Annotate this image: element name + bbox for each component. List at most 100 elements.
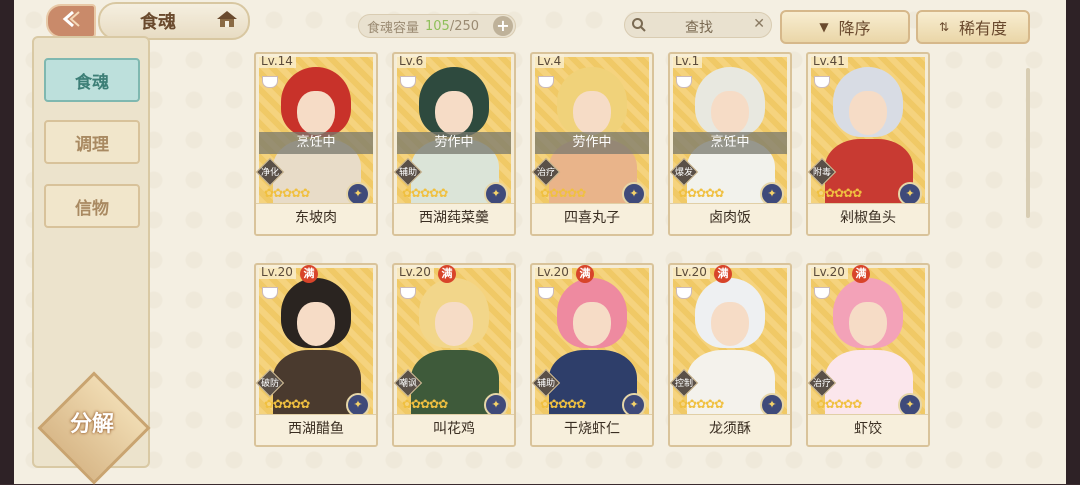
character-face xyxy=(849,91,887,135)
capacity-label: 食魂容量 xyxy=(367,20,420,36)
house-icon[interactable] xyxy=(216,10,238,32)
level-label: Lv.1 xyxy=(672,54,703,68)
food-soul-card[interactable]: Lv.41 附毒 ✿✿✿✿✿ ✦ 剁椒鱼头 xyxy=(806,52,930,236)
food-soul-card[interactable]: Lv.4 劳作中 治疗 ✿✿✿✿✿ ✦ 四喜丸子 xyxy=(530,52,654,236)
sort-order-label: 降序 xyxy=(838,19,871,38)
sidebar-item-food-soul[interactable]: 食魂 xyxy=(44,58,140,102)
role-label: 辅助 xyxy=(536,379,555,389)
bowl-icon xyxy=(676,287,692,299)
page-title: 食魂 xyxy=(140,12,176,33)
character-face xyxy=(435,302,473,346)
bowl-icon xyxy=(262,76,278,88)
card-name: 虾饺 xyxy=(808,414,928,445)
food-soul-card[interactable]: Lv.20 满 嘲讽 ✿✿✿✿✿ ✦ 叫花鸡 xyxy=(392,263,516,447)
star-icon: ✿✿✿✿✿ xyxy=(402,186,448,200)
max-level-badge: 满 xyxy=(714,265,732,283)
card-name: 叫花鸡 xyxy=(394,414,514,445)
level-label: Lv.20 xyxy=(534,265,572,279)
status-banner: 烹饪中 xyxy=(673,132,787,154)
sidebar-item-label: 调理 xyxy=(75,134,109,155)
sidebar-item-label: 信物 xyxy=(75,198,109,219)
level-label: Lv.41 xyxy=(810,54,848,68)
back-arrow-icon xyxy=(61,10,81,32)
max-level-badge: 满 xyxy=(300,265,318,283)
star-icon: ✿✿✿✿✿ xyxy=(816,397,862,411)
sidebar-item-cooking[interactable]: 调理 xyxy=(44,120,140,164)
role-label: 破防 xyxy=(260,379,279,389)
role-label: 控制 xyxy=(674,379,693,389)
character-face xyxy=(711,302,749,346)
sort-rarity-icon: ⇅ xyxy=(938,20,950,34)
card-name: 剁椒鱼头 xyxy=(808,203,928,234)
status-banner: 劳作中 xyxy=(397,132,511,154)
character-face xyxy=(435,91,473,135)
bowl-icon xyxy=(262,287,278,299)
back-button[interactable] xyxy=(46,4,96,38)
left-border xyxy=(0,0,14,484)
star-icon: ✿✿✿✿✿ xyxy=(540,397,586,411)
food-soul-card[interactable]: Lv.1 烹饪中 爆发 ✿✿✿✿✿ ✦ 卤肉饭 xyxy=(668,52,792,236)
role-label: 净化 xyxy=(260,168,279,178)
star-icon: ✿✿✿✿✿ xyxy=(816,186,862,200)
bowl-icon xyxy=(676,76,692,88)
capacity-display: 食魂容量 105 /250 + xyxy=(358,14,516,38)
role-label: 治疗 xyxy=(812,379,831,389)
level-label: Lv.4 xyxy=(534,54,565,68)
bowl-icon xyxy=(538,287,554,299)
character-face xyxy=(297,302,335,346)
card-name: 干烧虾仁 xyxy=(532,414,652,445)
search-icon xyxy=(631,17,647,37)
sort-by-label: 稀有度 xyxy=(959,19,1008,38)
food-soul-card[interactable]: Lv.20 满 控制 ✿✿✿✿✿ ✦ 龙须酥 xyxy=(668,263,792,447)
status-banner: 劳作中 xyxy=(535,132,649,154)
card-name: 西湖莼菜羹 xyxy=(394,203,514,234)
level-label: Lv.20 xyxy=(810,265,848,279)
character-face xyxy=(297,91,335,135)
close-icon[interactable]: ✕ xyxy=(753,16,765,32)
plus-icon[interactable]: + xyxy=(493,16,513,36)
scrollbar[interactable] xyxy=(1026,68,1030,218)
role-label: 爆发 xyxy=(674,168,693,178)
sort-by-button[interactable]: ⇅ 稀有度 xyxy=(916,10,1030,44)
level-label: Lv.6 xyxy=(396,54,427,68)
character-face xyxy=(849,302,887,346)
food-soul-card[interactable]: Lv.14 烹饪中 净化 ✿✿✿✿✿ ✦ 东坡肉 xyxy=(254,52,378,236)
capacity-total: /250 xyxy=(449,18,480,34)
level-label: Lv.20 xyxy=(396,265,434,279)
food-soul-card[interactable]: Lv.20 满 破防 ✿✿✿✿✿ ✦ 西湖醋鱼 xyxy=(254,263,378,447)
search-box[interactable]: 查找 ✕ xyxy=(624,12,772,38)
right-border xyxy=(1066,0,1080,484)
status-banner: 烹饪中 xyxy=(259,132,373,154)
bowl-icon xyxy=(814,287,830,299)
decompose-label: 分解 xyxy=(69,411,114,437)
star-icon: ✿✿✿✿✿ xyxy=(678,397,724,411)
character-face xyxy=(711,91,749,135)
max-level-badge: 满 xyxy=(438,265,456,283)
food-soul-card[interactable]: Lv.20 满 辅助 ✿✿✿✿✿ ✦ 干烧虾仁 xyxy=(530,263,654,447)
bowl-icon xyxy=(538,76,554,88)
role-label: 辅助 xyxy=(398,168,417,178)
sort-order-button[interactable]: ▼ 降序 xyxy=(780,10,910,44)
star-icon: ✿✿✿✿✿ xyxy=(540,186,586,200)
card-name: 东坡肉 xyxy=(256,203,376,234)
character-face xyxy=(573,91,611,135)
max-level-badge: 满 xyxy=(576,265,594,283)
food-soul-card[interactable]: Lv.6 劳作中 辅助 ✿✿✿✿✿ ✦ 西湖莼菜羹 xyxy=(392,52,516,236)
star-icon: ✿✿✿✿✿ xyxy=(678,186,724,200)
card-name: 西湖醋鱼 xyxy=(256,414,376,445)
sidebar-item-token[interactable]: 信物 xyxy=(44,184,140,228)
capacity-current: 105 xyxy=(425,18,450,34)
max-level-badge: 满 xyxy=(852,265,870,283)
card-name: 卤肉饭 xyxy=(670,203,790,234)
role-label: 治疗 xyxy=(536,168,555,178)
level-label: Lv.20 xyxy=(258,265,296,279)
level-label: Lv.20 xyxy=(672,265,710,279)
food-soul-card[interactable]: Lv.20 满 治疗 ✿✿✿✿✿ ✦ 虾饺 xyxy=(806,263,930,447)
role-label: 附毒 xyxy=(812,168,831,178)
search-input[interactable]: 查找 xyxy=(685,17,713,37)
bowl-icon xyxy=(814,76,830,88)
star-icon: ✿✿✿✿✿ xyxy=(264,186,310,200)
star-icon: ✿✿✿✿✿ xyxy=(402,397,448,411)
star-icon: ✿✿✿✿✿ xyxy=(264,397,310,411)
sort-desc-icon: ▼ xyxy=(819,20,829,34)
